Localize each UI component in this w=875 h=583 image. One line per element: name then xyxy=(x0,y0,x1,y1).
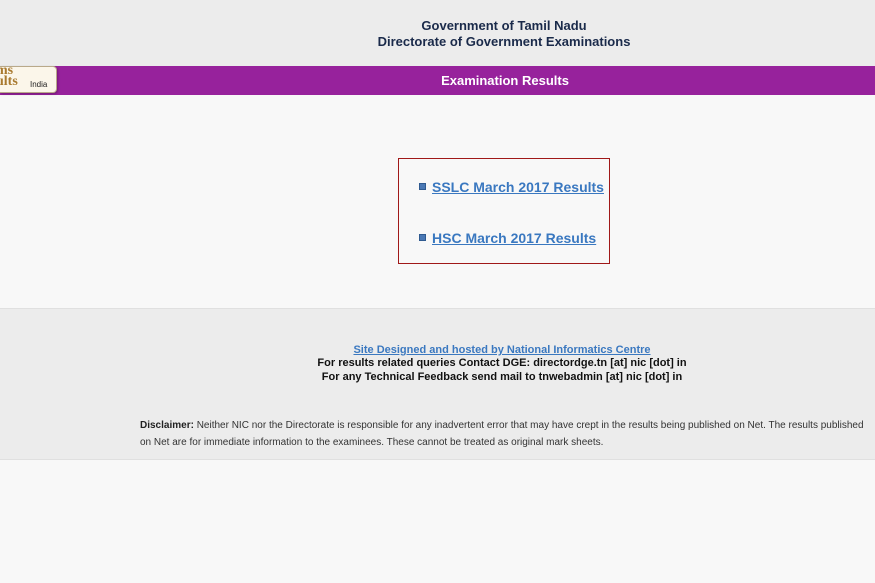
disclaimer-label: Disclaimer: xyxy=(140,420,194,431)
header-directorate-title: Directorate of Government Examinations xyxy=(377,34,631,49)
banner-title: Examination Results xyxy=(441,73,569,88)
nic-credit-link[interactable]: Site Designed and hosted by National Inf… xyxy=(0,344,875,356)
list-item: HSC March 2017 Results xyxy=(419,229,596,247)
logo-region: India xyxy=(30,80,48,89)
results-links-box: SSLC March 2017 Results HSC March 2017 R… xyxy=(398,158,610,264)
list-item: SSLC March 2017 Results xyxy=(419,178,604,196)
sslc-results-link[interactable]: SSLC March 2017 Results xyxy=(432,179,604,195)
bullet-icon xyxy=(419,234,426,242)
title-banner: Examination Results xyxy=(0,66,875,95)
results-queries-contact: For results related queries Contact DGE:… xyxy=(317,357,687,369)
site-logo[interactable]: ms ults India xyxy=(0,66,57,93)
logo-text-bottom: ults xyxy=(0,74,18,89)
bullet-icon xyxy=(419,183,426,191)
hsc-results-link[interactable]: HSC March 2017 Results xyxy=(432,230,596,246)
disclaimer-text: Neither NIC nor the Directorate is respo… xyxy=(140,420,864,448)
header-government-title: Government of Tamil Nadu xyxy=(421,18,587,33)
page-header: Government of Tamil Nadu Directorate of … xyxy=(0,0,875,66)
logo-wordmark: ms ults xyxy=(0,67,18,89)
disclaimer: Disclaimer: Neither NIC nor the Director… xyxy=(140,417,870,451)
page-footer: Site Designed and hosted by National Inf… xyxy=(0,308,875,460)
technical-feedback-contact: For any Technical Feedback send mail to … xyxy=(321,371,683,383)
